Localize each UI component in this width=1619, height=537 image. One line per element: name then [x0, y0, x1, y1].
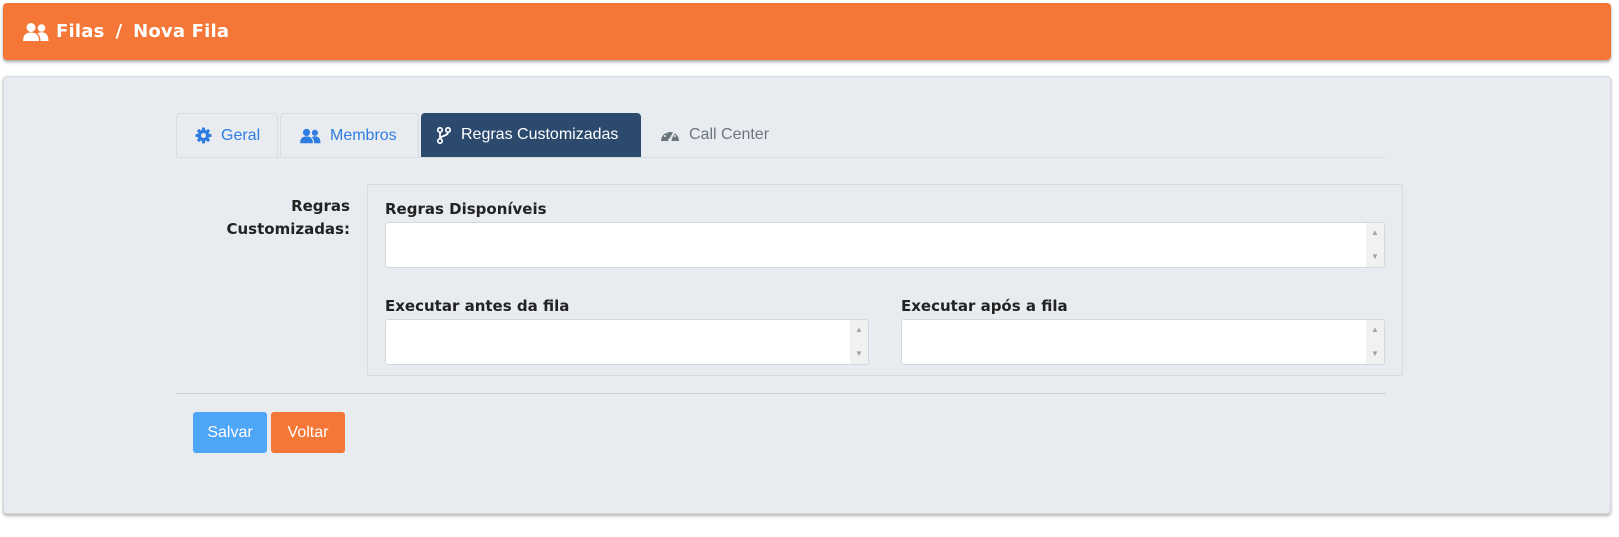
rules-card: Regras Disponíveis ▲ ▼ Executar antes da…: [367, 184, 1403, 376]
scroll-down-icon[interactable]: ▼: [1371, 247, 1379, 267]
before-queue-list[interactable]: ▲ ▼: [385, 319, 869, 365]
users-icon: [298, 127, 322, 145]
available-rules-list[interactable]: ▲ ▼: [385, 222, 1385, 268]
code-branch-icon: [436, 126, 452, 144]
users-icon: [22, 21, 50, 43]
tab-regras-customizadas[interactable]: Regras Customizadas: [421, 113, 641, 157]
save-button[interactable]: Salvar: [193, 412, 267, 453]
tabs-baseline: [176, 157, 1386, 158]
tab-label: Geral: [221, 126, 261, 144]
scroll-down-icon[interactable]: ▼: [855, 344, 863, 364]
tab-call-center[interactable]: Call Center: [643, 113, 793, 157]
tab-label: Regras Customizadas: [461, 126, 619, 143]
scroll-up-icon[interactable]: ▲: [1371, 223, 1379, 243]
after-queue-list[interactable]: ▲ ▼: [901, 319, 1385, 365]
available-rules-label: Regras Disponíveis: [385, 200, 547, 218]
tab-geral[interactable]: Geral: [176, 113, 278, 157]
scrollbar[interactable]: ▲ ▼: [1366, 223, 1384, 267]
section-label-line-2: Customizadas:: [226, 220, 350, 238]
breadcrumb-nova-fila: Nova Fila: [133, 21, 230, 42]
section-label-line-1: Regras: [291, 197, 350, 215]
scrollbar[interactable]: ▲ ▼: [850, 320, 868, 364]
tab-label: Membros: [330, 126, 397, 144]
back-button[interactable]: Voltar: [271, 412, 345, 453]
form-divider: [176, 393, 1386, 394]
tab-membros[interactable]: Membros: [280, 113, 419, 157]
scrollbar[interactable]: ▲ ▼: [1366, 320, 1384, 364]
page-header: Filas / Nova Fila: [3, 3, 1611, 60]
tab-label: Call Center: [689, 126, 770, 143]
form-panel: Geral Membros Regras Customizadas Call C…: [3, 76, 1611, 514]
gear-icon: [193, 127, 213, 145]
scroll-down-icon[interactable]: ▼: [1371, 344, 1379, 364]
before-queue-label: Executar antes da fila: [385, 297, 570, 315]
breadcrumb-filas[interactable]: Filas: [56, 21, 105, 42]
scroll-up-icon[interactable]: ▲: [855, 320, 863, 340]
after-queue-label: Executar após a fila: [901, 297, 1068, 315]
section-label: Regras Customizadas:: [204, 195, 350, 241]
scroll-up-icon[interactable]: ▲: [1371, 320, 1379, 340]
gauge-icon: [660, 126, 680, 144]
breadcrumb-separator: /: [115, 21, 123, 42]
